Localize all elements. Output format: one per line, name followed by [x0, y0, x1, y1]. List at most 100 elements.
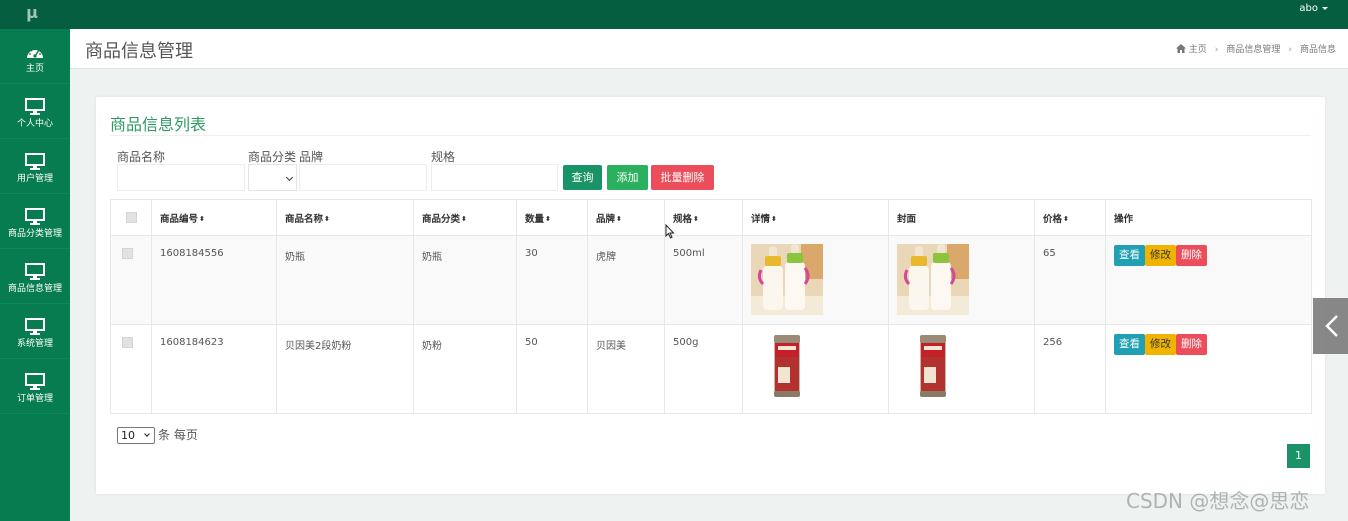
brand-input[interactable]: [299, 164, 427, 191]
sidebar-item-profile[interactable]: 个人中心: [0, 84, 70, 139]
quantity-cell: 50: [516, 324, 588, 414]
add-button[interactable]: 添加: [607, 165, 648, 190]
select-all-cell: [110, 199, 152, 236]
watermark: CSDN @想念@思恋: [1126, 489, 1310, 513]
column-header[interactable]: 商品编号⬍: [151, 199, 277, 236]
breadcrumb-home[interactable]: 主页: [1189, 45, 1207, 55]
row-checkbox[interactable]: [121, 337, 133, 348]
page-size-select[interactable]: 10: [117, 427, 155, 444]
view-button[interactable]: 查看: [1114, 245, 1145, 266]
row-select-cell: [110, 235, 152, 325]
column-header[interactable]: 品牌⬍: [587, 199, 665, 236]
mouse-cursor-icon: [665, 223, 675, 243]
monitor-icon: [0, 194, 70, 228]
spec-cell: 500ml: [664, 235, 743, 325]
caret-down-icon: [1322, 6, 1328, 10]
column-header[interactable]: 数量⬍: [516, 199, 588, 236]
edit-button[interactable]: 修改: [1145, 334, 1176, 355]
product-category-cell: 奶瓶: [413, 235, 517, 325]
breadcrumb-product-management[interactable]: 商品信息管理: [1226, 45, 1280, 55]
sidebar-item-label: 商品信息管理: [7, 284, 62, 294]
sidebar-item-home[interactable]: 主页: [0, 29, 70, 84]
baby-bottles-image: [897, 244, 969, 315]
column-header[interactable]: 规格⬍: [664, 199, 743, 236]
sidebar-item-category[interactable]: 商品分类管理: [0, 194, 70, 249]
cover-cell: [888, 235, 1035, 325]
sidebar-item-label: 用户管理: [16, 174, 53, 184]
breadcrumb-separator: ›: [1214, 45, 1219, 55]
table-row: 1608184556 奶瓶 奶瓶 30 虎牌 500ml 65 查看 修改 删除: [110, 235, 1312, 325]
milk-powder-can-image: [751, 333, 823, 404]
product-table: 商品编号⬍ 商品名称⬍ 商品分类⬍ 数量⬍ 品牌⬍ 规格⬍ 详情⬍ 封面 价格⬍…: [110, 199, 1312, 414]
sort-icon: ⬍: [693, 214, 699, 223]
baby-bottles-image: [751, 244, 823, 315]
home-icon: [1175, 44, 1186, 56]
row-select-cell: [110, 324, 152, 414]
panel-title: 商品信息列表: [110, 115, 207, 134]
row-checkbox[interactable]: [121, 248, 133, 259]
select-all-checkbox[interactable]: [125, 212, 137, 223]
sidebar-item-label: 系统管理: [16, 339, 53, 349]
sidebar-item-system[interactable]: 系统管理: [0, 304, 70, 359]
sort-icon: ⬍: [1063, 214, 1069, 223]
product-list-panel: 商品信息列表 商品名称 商品分类 品牌 规格 查询 添加 批量删除 商品编号⬍ …: [96, 97, 1325, 494]
side-panel-toggle[interactable]: [1313, 298, 1348, 354]
column-header-label: 商品名称: [285, 213, 324, 225]
batch-delete-button[interactable]: 批量删除: [651, 165, 714, 190]
column-header[interactable]: 商品分类⬍: [413, 199, 517, 236]
sidebar-item-label: 个人中心: [16, 119, 53, 129]
column-header: 操作: [1105, 199, 1312, 236]
sort-icon: ⬍: [771, 214, 777, 223]
sort-icon: ⬍: [545, 214, 551, 223]
delete-button[interactable]: 删除: [1176, 245, 1207, 266]
monitor-icon: [0, 84, 70, 118]
app-logo: μ: [26, 3, 38, 22]
category-label: 商品分类: [248, 150, 297, 164]
sidebar-item-orders[interactable]: 订单管理: [0, 359, 70, 414]
brand-label: 品牌: [299, 150, 324, 164]
product-id-cell: 1608184556: [151, 235, 277, 325]
breadcrumb-separator: ›: [1288, 45, 1292, 55]
sidebar-item-users[interactable]: 用户管理: [0, 139, 70, 194]
column-header-label: 品牌: [596, 213, 616, 225]
page-button-current[interactable]: 1: [1287, 444, 1310, 468]
brand-cell: 虎牌: [587, 235, 665, 325]
sidebar-item-products[interactable]: 商品信息管理: [0, 249, 70, 304]
product-name-cell: 奶瓶: [276, 235, 414, 325]
column-header-label: 价格: [1043, 213, 1063, 225]
sidebar-item-label: 商品分类管理: [7, 229, 62, 239]
column-header-label: 规格: [673, 213, 693, 225]
milk-powder-can-image: [897, 333, 969, 404]
monitor-icon: [0, 304, 70, 338]
spec-cell: 500g: [664, 324, 743, 414]
brand-cell: 贝因美: [587, 324, 665, 414]
column-header-label: 封面: [897, 213, 917, 225]
category-select[interactable]: [248, 164, 297, 191]
page-size-control: 10 条 每页: [117, 426, 198, 444]
column-header[interactable]: 商品名称⬍: [276, 199, 414, 236]
sort-icon: ⬍: [199, 214, 205, 223]
divider: [110, 135, 1311, 136]
column-header-label: 商品分类: [422, 213, 461, 225]
table-header-row: 商品编号⬍ 商品名称⬍ 商品分类⬍ 数量⬍ 品牌⬍ 规格⬍ 详情⬍ 封面 价格⬍…: [110, 199, 1312, 236]
page-header: 商品信息管理 主页 › 商品信息管理 › 商品信息: [70, 29, 1348, 69]
chevron-down-icon: [285, 173, 294, 182]
detail-cell: [742, 324, 889, 414]
column-header[interactable]: 详情⬍: [742, 199, 889, 236]
actions-cell: 查看 修改 删除: [1105, 324, 1312, 414]
delete-button[interactable]: 删除: [1176, 334, 1207, 355]
price-cell: 256: [1034, 324, 1106, 414]
breadcrumb: 主页 › 商品信息管理 › 商品信息: [1175, 42, 1336, 56]
query-button[interactable]: 查询: [563, 165, 602, 190]
dashboard-icon: [0, 29, 70, 63]
page-size-value: 10: [121, 429, 135, 442]
column-header[interactable]: 价格⬍: [1034, 199, 1106, 236]
user-menu[interactable]: abo: [1299, 0, 1328, 20]
detail-cell: [742, 235, 889, 325]
column-header-label: 数量: [525, 213, 545, 225]
spec-input[interactable]: [431, 164, 558, 191]
view-button[interactable]: 查看: [1114, 334, 1145, 355]
cover-cell: [888, 324, 1035, 414]
product-name-input[interactable]: [117, 164, 245, 191]
edit-button[interactable]: 修改: [1145, 245, 1176, 266]
